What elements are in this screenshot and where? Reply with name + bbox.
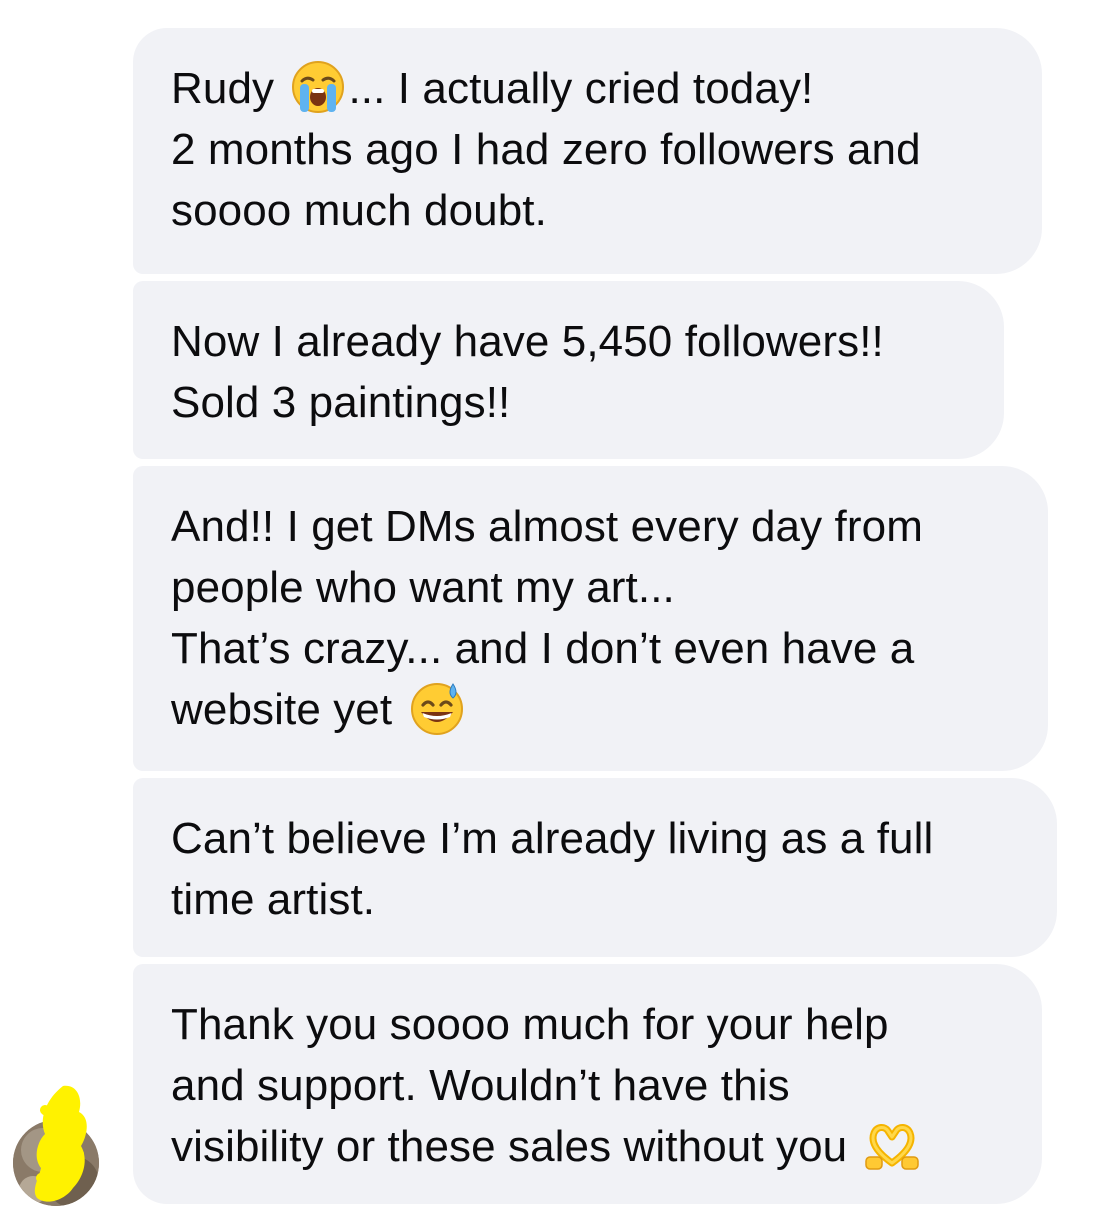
- loudly-crying-face-emoji: [290, 59, 346, 115]
- message-line: And!! I get DMs almost every day from: [171, 502, 923, 551]
- message-bubble[interactable]: Rudy ... I actually cried today! 2 month…: [133, 28, 1042, 274]
- redaction-scribble: [34, 1085, 87, 1202]
- message-line: visibility or these sales without you: [171, 1116, 1006, 1177]
- message-thread: Rudy ... I actually cried today! 2 month…: [0, 0, 1095, 1219]
- message-line: 2 months ago I had zero followers and: [171, 125, 921, 174]
- message-line: Can’t believe I’m already living as a fu…: [171, 814, 934, 863]
- message-bubble[interactable]: Now I already have 5,450 followers!! Sol…: [133, 281, 1004, 459]
- message-line: Thank you soooo much for your help: [171, 1000, 889, 1049]
- message-line: Rudy ... I actually cried today!: [171, 58, 1006, 119]
- message-line: soooo much doubt.: [171, 186, 547, 235]
- message-line: Now I already have 5,450 followers!!: [171, 317, 884, 366]
- message-bubble[interactable]: Can’t believe I’m already living as a fu…: [133, 778, 1057, 957]
- message-line: time artist.: [171, 875, 376, 924]
- message-line: That’s crazy... and I don’t even have a: [171, 624, 915, 673]
- message-line: people who want my art...: [171, 563, 675, 612]
- message-line: Sold 3 paintings!!: [171, 378, 511, 427]
- heart-hands-emoji: [864, 1117, 920, 1173]
- grinning-face-with-sweat-emoji: [409, 680, 465, 736]
- message-line: website yet: [171, 679, 1012, 740]
- message-line: and support. Wouldn’t have this: [171, 1061, 790, 1110]
- message-bubble[interactable]: And!! I get DMs almost every day from pe…: [133, 466, 1048, 771]
- message-bubble[interactable]: Thank you soooo much for your help and s…: [133, 964, 1042, 1204]
